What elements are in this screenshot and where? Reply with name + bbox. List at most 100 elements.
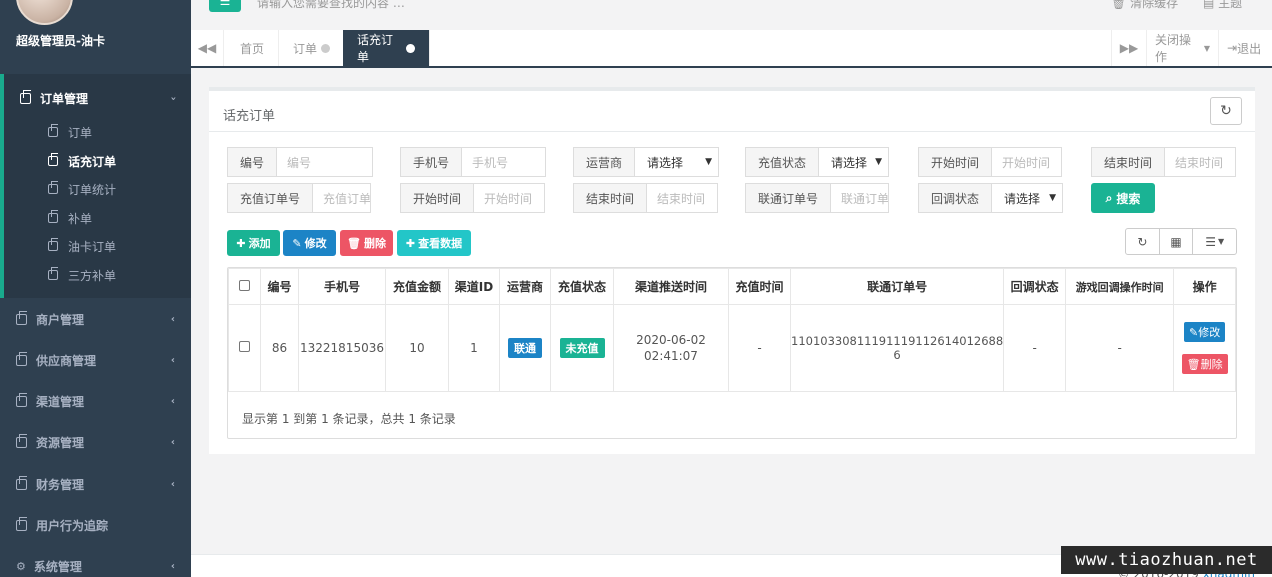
unicom-order-input[interactable]: 联通订单号 [831, 183, 890, 213]
table-header[interactable]: 渠道推送时间 [613, 268, 729, 305]
sidebar-item-supplier[interactable]: 供应商管理 ‹ [0, 350, 191, 370]
pencil-icon: ✎ [1188, 326, 1199, 339]
cell-amount: 10 [385, 304, 449, 392]
copy-icon [48, 210, 58, 223]
plus-icon: ✚ [236, 236, 246, 250]
refresh-panel-button[interactable]: ↻ [1210, 97, 1242, 125]
tab-bar: ◀◀ 首页 订单 话充订单 ▶▶ 关闭操作 ▼ ⇥ 退出 [191, 30, 1272, 68]
table-header[interactable]: 运营商 [499, 268, 551, 305]
row-edit-button[interactable]: ✎修改 [1183, 322, 1226, 342]
cell-actions: ✎修改 🗑︎删除 [1173, 304, 1236, 392]
carrier-select[interactable]: 请选择 ▼ [635, 147, 720, 177]
close-operations-dropdown[interactable]: 关闭操作 ▼ [1146, 30, 1218, 66]
end-time-input[interactable]: 结束时间 [1165, 147, 1237, 177]
sidebar-item-channel[interactable]: 渠道管理 ‹ [0, 391, 191, 411]
chevron-left-icon: ‹ [170, 560, 175, 572]
copy-icon [48, 153, 58, 166]
callback-status-select[interactable]: 请选择 ▼ [992, 183, 1064, 213]
tab-home[interactable]: 首页 [226, 30, 280, 66]
sidebar-item-merchant[interactable]: 商户管理 ‹ [0, 309, 191, 329]
edit-button[interactable]: ✎ 修改 [283, 230, 336, 256]
clear-cache-button[interactable]: 🗑︎ 清除缓存 [1111, 0, 1178, 11]
search-button[interactable]: ⌕ 搜索 [1091, 183, 1155, 213]
sidebar-subitem-order-stats[interactable]: 订单统计 [48, 180, 116, 198]
subitem-label: 油卡订单 [68, 239, 117, 254]
view-data-button[interactable]: ✚ 查看数据 [397, 230, 471, 256]
table-header[interactable]: 充值金额 [385, 268, 449, 305]
list-icon: ☰ [1205, 234, 1217, 249]
sidebar-subitem-orders[interactable]: 订单 [48, 123, 92, 141]
order-no-input[interactable]: 充值订单号 [313, 183, 372, 213]
chevron-left-icon: ‹ [170, 354, 175, 366]
sidebar-subitem-oilcard-orders[interactable]: 油卡订单 [48, 237, 116, 255]
plus-icon: ✚ [405, 236, 416, 250]
tab-orders[interactable]: 订单 [279, 30, 346, 66]
avatar[interactable] [16, 0, 73, 25]
sidebar-item-finance[interactable]: 财务管理 ‹ [0, 474, 191, 494]
list-icon: ▤ [1203, 0, 1215, 10]
tab-scroll-right-button[interactable]: ▶▶ [1111, 30, 1146, 66]
menu-toggle-button[interactable]: ☰ [209, 0, 241, 12]
table-header[interactable]: 联通订单号 [789, 268, 1005, 305]
table-header[interactable]: 编号 [260, 268, 299, 305]
filter-phone: 手机号 手机号 [400, 147, 547, 177]
select-all-checkbox[interactable] [239, 279, 250, 291]
status-select[interactable]: 请选择 ▼ [819, 147, 890, 177]
caret-down-icon: ▼ [1203, 43, 1210, 53]
sidebar-subitem-third-party[interactable]: 三方补单 [48, 266, 116, 284]
table-header[interactable]: 游戏回调操作时间 [1065, 268, 1175, 305]
orders-table: 编号 手机号 充值金额 渠道ID 运营商 充值状态 渠道推送时间 充值时间 联通… [227, 267, 1237, 439]
row-delete-button[interactable]: 🗑︎删除 [1181, 354, 1228, 374]
table-header[interactable]: 渠道ID [448, 268, 500, 305]
table-header[interactable]: 回调状态 [1003, 268, 1067, 305]
pagination-info: 显示第 1 到第 1 条记录，总共 1 条记录 [242, 412, 456, 426]
cell-status: 未充值 [550, 304, 614, 392]
copy-icon [16, 475, 27, 490]
table-header[interactable]: 充值时间 [728, 268, 791, 305]
filter-end-time-1: 结束时间 结束时间 [1091, 147, 1237, 177]
sidebar-item-resource[interactable]: 资源管理 ‹ [0, 432, 191, 452]
filter-label: 回调状态 [918, 183, 993, 213]
subitem-label: 补单 [68, 211, 93, 226]
filter-unicom-order: 联通订单号 联通订单号 [745, 183, 890, 213]
sidebar-subitem-phone-orders[interactable]: 话充订单 [48, 152, 116, 170]
close-icon[interactable] [321, 43, 331, 53]
tab-label: 首页 [240, 41, 265, 56]
search-icon: ⌕ [1105, 190, 1113, 205]
close-icon[interactable] [406, 43, 415, 53]
top-search-input[interactable]: 请输入您需要查找的内容 … [257, 0, 405, 11]
row-checkbox[interactable] [239, 341, 250, 352]
close-ops-label: 关闭操作 [1155, 33, 1192, 64]
start-time-input[interactable]: 开始时间 [992, 147, 1063, 177]
table-header[interactable]: 充值状态 [550, 268, 614, 305]
phone-input[interactable]: 手机号 [462, 147, 547, 177]
sidebar-item-user-tracking[interactable]: 用户行为追踪 [0, 515, 191, 535]
watermark: www.tiaozhuan.net [1061, 546, 1272, 574]
theme-button[interactable]: ▤ 主题 [1203, 0, 1242, 11]
delete-button[interactable]: 🗑︎ 删除 [340, 230, 393, 256]
tab-phone-orders[interactable]: 话充订单 [343, 30, 430, 66]
sidebar-subitem-supplement[interactable]: 补单 [48, 209, 92, 227]
top-navbar: ☰ 请输入您需要查找的内容 … 🗑︎ 清除缓存 ▤ 主题 [191, 0, 1272, 30]
divider [209, 131, 1255, 132]
push-time: 02:41:07 [644, 349, 698, 363]
sidebar-item-order-management[interactable]: 订单管理 › [0, 88, 191, 108]
search-label: 搜索 [1116, 191, 1141, 206]
copy-icon [48, 238, 58, 251]
id-input[interactable]: 编号 [277, 147, 374, 177]
trash-icon: 🗑︎ [347, 236, 361, 250]
table-header[interactable]: 手机号 [298, 268, 386, 305]
refresh-table-button[interactable]: ↻ [1126, 229, 1160, 254]
tab-scroll-left-button[interactable]: ◀◀ [191, 30, 224, 66]
copy-icon [48, 267, 58, 280]
sidebar-item-label: 商户管理 [36, 312, 85, 327]
start-time-input[interactable]: 开始时间 [474, 183, 546, 213]
subitem-label: 三方补单 [68, 268, 117, 283]
end-time-input[interactable]: 结束时间 [647, 183, 719, 213]
sidebar-item-system[interactable]: ⚙ 系统管理 ‹ [0, 556, 191, 576]
toggle-view-button[interactable]: ▦ [1160, 229, 1194, 254]
logout-button[interactable]: ⇥ 退出 [1218, 30, 1272, 66]
profile-name[interactable]: 超级管理员-油卡 [16, 32, 105, 49]
columns-dropdown-button[interactable]: ☰ ▼ [1193, 229, 1236, 254]
add-button[interactable]: ✚ 添加 [227, 230, 280, 256]
